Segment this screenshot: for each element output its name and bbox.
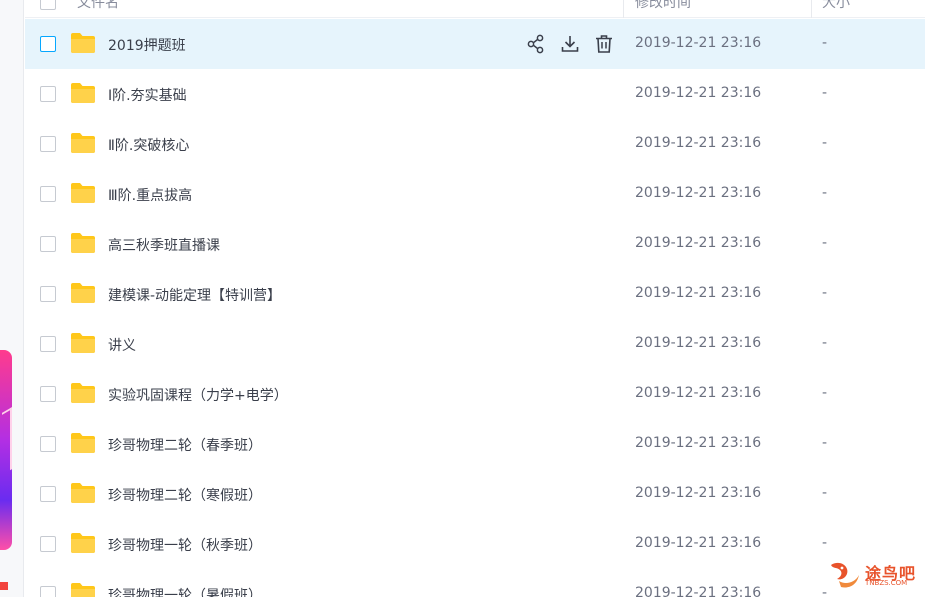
file-row[interactable]: Ⅰ阶.夯实基础 2019-12-21 23:16 - xyxy=(25,69,925,119)
modified-time: 2019-12-21 23:16 xyxy=(635,335,762,351)
file-size: - xyxy=(822,85,828,101)
row-checkbox[interactable] xyxy=(40,586,56,597)
file-name[interactable]: 2019押题班 xyxy=(108,35,186,55)
modified-time: 2019-12-21 23:16 xyxy=(635,35,762,51)
notification-mark xyxy=(0,582,8,590)
row-checkbox[interactable] xyxy=(40,286,56,302)
file-size: - xyxy=(822,185,828,201)
file-size: - xyxy=(822,235,828,251)
row-checkbox[interactable] xyxy=(40,186,56,202)
folder-icon xyxy=(70,482,96,504)
folder-icon xyxy=(70,382,96,404)
row-checkbox[interactable] xyxy=(40,36,56,52)
file-list-header: 文件名 修改时间 大小 xyxy=(25,0,925,18)
row-checkbox[interactable] xyxy=(40,336,56,352)
folder-icon xyxy=(70,32,96,54)
file-name[interactable]: 珍哥物理一轮（暑假班） xyxy=(108,585,262,597)
file-name[interactable]: 讲义 xyxy=(108,335,136,355)
file-name[interactable]: Ⅲ阶.重点拔高 xyxy=(108,185,192,205)
modified-time: 2019-12-21 23:16 xyxy=(635,235,762,251)
file-size: - xyxy=(822,285,828,301)
file-row[interactable]: 2019押题班 2019-12-21 23:16 - xyxy=(25,19,925,69)
folder-icon xyxy=(70,282,96,304)
file-size: - xyxy=(822,335,828,351)
file-name[interactable]: 高三秋季班直播课 xyxy=(108,235,220,255)
file-name[interactable]: 珍哥物理一轮（秋季班） xyxy=(108,535,262,555)
column-divider[interactable] xyxy=(623,0,624,18)
file-size: - xyxy=(822,485,828,501)
file-row[interactable]: 珍哥物理一轮（秋季班） 2019-12-21 23:16 - xyxy=(25,519,925,569)
column-header-time[interactable]: 修改时间 xyxy=(635,0,691,12)
file-row[interactable]: 实验巩固课程（力学+电学） 2019-12-21 23:16 - xyxy=(25,369,925,419)
file-row[interactable]: 珍哥物理二轮（寒假班） 2019-12-21 23:16 - xyxy=(25,469,925,519)
modified-time: 2019-12-21 23:16 xyxy=(635,85,762,101)
file-name[interactable]: 建模课-动能定理【特训营】 xyxy=(108,285,281,305)
file-name[interactable]: 珍哥物理二轮（春季班） xyxy=(108,435,262,455)
folder-icon xyxy=(70,582,96,597)
folder-icon xyxy=(70,332,96,354)
file-row[interactable]: 珍哥物理二轮（春季班） 2019-12-21 23:16 - xyxy=(25,419,925,469)
row-checkbox[interactable] xyxy=(40,136,56,152)
file-row[interactable]: 珍哥物理一轮（暑假班） 2019-12-21 23:16- xyxy=(25,569,925,597)
download-icon[interactable] xyxy=(559,33,581,55)
row-checkbox[interactable] xyxy=(40,536,56,552)
row-checkbox[interactable] xyxy=(40,86,56,102)
file-row[interactable]: Ⅱ阶.突破核心 2019-12-21 23:16 - xyxy=(25,119,925,169)
file-row[interactable]: 高三秋季班直播课 2019-12-21 23:16 - xyxy=(25,219,925,269)
modified-time: 2019-12-21 23:16 xyxy=(635,435,762,451)
file-size: - xyxy=(822,385,828,401)
modified-time: 2019-12-21 23:16 xyxy=(635,535,762,551)
row-checkbox[interactable] xyxy=(40,486,56,502)
folder-icon xyxy=(70,432,96,454)
row-checkbox[interactable] xyxy=(40,236,56,252)
file-size: - xyxy=(822,135,828,151)
file-name[interactable]: Ⅰ阶.夯实基础 xyxy=(108,85,187,105)
delete-icon[interactable] xyxy=(593,33,615,55)
site-watermark: 途鸟吧 TNBZS.COM xyxy=(827,559,919,591)
file-list: 文件名 修改时间 大小 2019押题班 2019-12-21 23:16- Ⅰ阶.夯… xyxy=(25,0,925,597)
modified-time: 2019-12-21 23:16 xyxy=(635,585,762,597)
promo-banner[interactable] xyxy=(0,350,12,550)
column-header-name[interactable]: 文件名 xyxy=(77,0,119,12)
file-row[interactable]: 讲义 2019-12-21 23:16 - xyxy=(25,319,925,369)
modified-time: 2019-12-21 23:16 xyxy=(635,185,762,201)
file-row[interactable]: 建模课-动能定理【特训营】 2019-12-21 23:16 - xyxy=(25,269,925,319)
modified-time: 2019-12-21 23:16 xyxy=(635,285,762,301)
folder-icon xyxy=(70,232,96,254)
file-row[interactable]: Ⅲ阶.重点拔高 2019-12-21 23:16 - xyxy=(25,169,925,219)
row-checkbox[interactable] xyxy=(40,386,56,402)
folder-icon xyxy=(70,182,96,204)
modified-time: 2019-12-21 23:16 xyxy=(635,485,762,501)
file-name[interactable]: Ⅱ阶.突破核心 xyxy=(108,135,189,155)
watermark-subtext: TNBZS.COM xyxy=(865,579,908,587)
share-icon[interactable] xyxy=(525,33,547,55)
column-header-size[interactable]: 大小 xyxy=(822,0,850,12)
folder-icon xyxy=(70,532,96,554)
file-size: - xyxy=(822,35,828,51)
row-checkbox[interactable] xyxy=(40,436,56,452)
modified-time: 2019-12-21 23:16 xyxy=(635,385,762,401)
folder-icon xyxy=(70,82,96,104)
modified-time: 2019-12-21 23:16 xyxy=(635,135,762,151)
folder-icon xyxy=(70,132,96,154)
select-all-checkbox[interactable] xyxy=(40,0,56,10)
bird-logo-icon xyxy=(831,562,859,588)
file-name[interactable]: 珍哥物理二轮（寒假班） xyxy=(108,485,262,505)
file-name[interactable]: 实验巩固课程（力学+电学） xyxy=(108,385,288,405)
file-size: - xyxy=(822,435,828,451)
file-size: - xyxy=(822,535,828,551)
column-divider[interactable] xyxy=(811,0,812,18)
